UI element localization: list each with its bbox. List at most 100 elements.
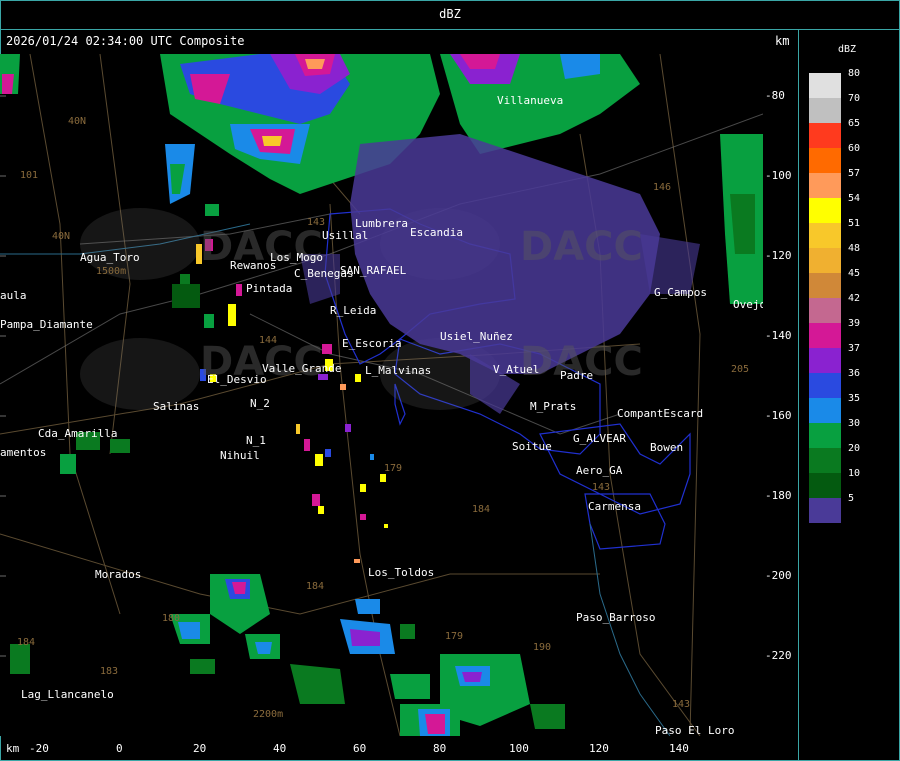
route-label: 101 (20, 170, 39, 181)
x-tick-label: 100 (509, 742, 529, 755)
route-label: 144 (259, 335, 278, 346)
place-label: Los_Mogo (270, 251, 323, 264)
route-label: 143 (307, 217, 326, 228)
place-label: E_Escoria (342, 337, 402, 350)
legend-swatch (809, 198, 841, 223)
watermark-2: DACC (520, 224, 643, 270)
place-label: Usiel_Nuñez (440, 330, 513, 343)
place-label: Salinas (153, 400, 200, 413)
route-label: 40N (68, 116, 87, 127)
title-bar: dBZ (0, 0, 900, 30)
route-label: 184 (472, 504, 491, 515)
place-label: Lag_Llancanelo (21, 688, 114, 701)
y-tick-label: -80 (765, 89, 785, 102)
place-label: Los_Toldos (368, 566, 435, 579)
legend-value: 48 (848, 243, 861, 254)
legend-swatch (809, 298, 841, 323)
place-label: Agua_Toro (80, 251, 140, 264)
window-title: dBZ (439, 7, 461, 21)
legend-value: 20 (848, 443, 861, 454)
y-tick-label: -160 (765, 409, 792, 422)
km-unit-top: km (775, 34, 790, 48)
legend-swatch (809, 173, 841, 198)
place-label: Villanueva (497, 94, 564, 107)
place-label: aula (0, 289, 27, 302)
place-label: Escandia (410, 226, 463, 239)
legend-value: 57 (848, 168, 861, 179)
place-label: R_Leida (330, 304, 377, 317)
y-tick-label: -140 (765, 329, 792, 342)
legend-value: 65 (848, 118, 861, 129)
place-label: Soitue (512, 440, 552, 453)
legend-swatch (809, 498, 841, 523)
x-tick-label: -20 (29, 742, 49, 755)
route-label: 40N (52, 231, 71, 242)
legend-swatch (809, 373, 841, 398)
legend-value: 35 (848, 393, 861, 404)
legend-swatch (809, 448, 841, 473)
place-label: Ovejo (733, 298, 763, 311)
place-label: L_Malvinas (365, 364, 432, 377)
route-label: 2200m (253, 709, 284, 720)
legend-swatch (809, 323, 841, 348)
legend-swatch (809, 123, 841, 148)
route-label: 190 (533, 642, 552, 653)
legend-value: 70 (848, 93, 861, 104)
legend-swatch (809, 423, 841, 448)
legend-swatch (809, 248, 841, 273)
route-label: 143 (592, 482, 611, 493)
legend-swatch (809, 398, 841, 423)
place-label: Carmensa (588, 500, 641, 513)
legend-value: 36 (848, 368, 861, 379)
echo-south (10, 574, 565, 736)
legend-swatch (809, 348, 841, 373)
legend-swatch (809, 223, 841, 248)
x-tick-label: 0 (116, 742, 123, 755)
place-label: CompantEscard (617, 407, 704, 420)
place-label: Cda_Amarilla (38, 427, 118, 440)
legend-value: 39 (848, 318, 861, 329)
route-label: 143 (672, 699, 691, 710)
place-label: Paso_El_Loro (655, 724, 735, 736)
radar-map[interactable]: DACC DACC DACC DACC Villanueva Usillal L… (0, 54, 763, 736)
route-label: 205 (731, 364, 750, 375)
route-label: 179 (445, 631, 464, 642)
route-label: 146 (653, 182, 672, 193)
place-label: N_1 (246, 434, 266, 447)
km-unit-bottom: km (6, 742, 20, 755)
legend-swatch (809, 148, 841, 173)
x-tick-label: 80 (433, 742, 447, 755)
x-tick-label: 20 (193, 742, 207, 755)
place-label: G_ALVEAR (573, 432, 626, 445)
legend-value: 54 (848, 193, 861, 204)
route-label: 184 (306, 581, 325, 592)
place-label: El_Desvio (207, 373, 267, 386)
y-tick-label: -200 (765, 569, 792, 582)
legend-swatch (809, 98, 841, 123)
route-label: 180 (162, 613, 181, 624)
y-tick-label: -220 (765, 649, 792, 662)
place-label: Paso_Barroso (576, 611, 656, 624)
place-label: G_Campos (654, 286, 707, 299)
place-label: Nihuil (220, 449, 260, 462)
legend-value: 5 (848, 493, 855, 504)
x-tick-label: 120 (589, 742, 609, 755)
legend-swatch (809, 473, 841, 498)
legend-value: 51 (848, 218, 861, 229)
place-label: Pintada (246, 282, 293, 295)
route-label: 183 (100, 666, 119, 677)
place-label: Lumbrera (355, 217, 408, 230)
legend-value: 10 (848, 468, 861, 479)
place-label: Morados (95, 568, 142, 581)
place-label: Pampa_Diamante (0, 318, 93, 331)
place-label: SAN_RAFAEL (340, 264, 407, 277)
x-tick-label: 60 (353, 742, 367, 755)
y-tick-label: -120 (765, 249, 792, 262)
x-tick-label: 40 (273, 742, 287, 755)
legend-value: 80 (848, 68, 861, 79)
map-header: 2026/01/24 02:34:00 UTC Composite (6, 34, 245, 48)
legend-value: 45 (848, 268, 861, 279)
route-label: 1500m (96, 266, 127, 277)
route-label: 179 (384, 463, 403, 474)
route-label: 184 (17, 637, 36, 648)
